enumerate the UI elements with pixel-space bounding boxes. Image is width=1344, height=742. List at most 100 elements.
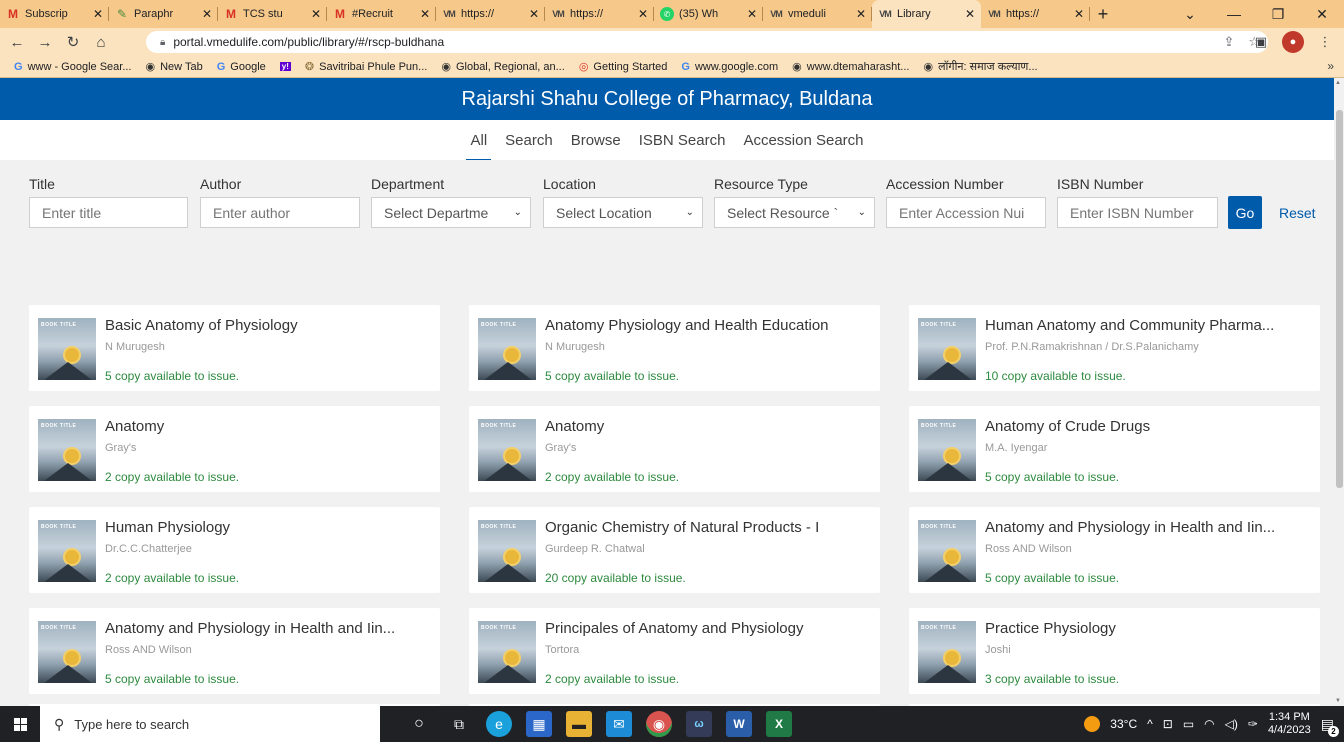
book-card[interactable]: BOOK TITLE Anatomy Gray's 2 copy availab… [469, 406, 880, 492]
file-explorer-icon[interactable]: ▬ [566, 711, 592, 737]
speaker-icon[interactable]: ◁) [1225, 717, 1238, 731]
back-arrow-icon[interactable]: ← [6, 31, 28, 53]
close-tab-icon[interactable]: ✕ [93, 7, 103, 21]
profile-avatar-icon[interactable]: ● [1282, 31, 1304, 53]
bookmark-item[interactable]: G Google [211, 61, 272, 73]
book-title[interactable]: Anatomy and Physiology in Health and Iin… [985, 519, 1313, 536]
book-card[interactable]: BOOK TITLE Principales of Anatomy and Ph… [469, 608, 880, 694]
browser-tab[interactable]: ✆ (35) Wh ✕ [654, 0, 763, 28]
bookmark-item[interactable]: ◉ www.dtemaharasht... [786, 60, 915, 74]
browser-tab[interactable]: M TCS stu ✕ [218, 0, 327, 28]
chrome-taskbar-icon[interactable]: ◉ [646, 711, 672, 737]
book-card[interactable]: BOOK TITLE Organic Chemistry of Natural … [469, 507, 880, 593]
location-select[interactable]: Select Location ⌄ [543, 197, 703, 228]
mail-icon[interactable]: ✉ [606, 711, 632, 737]
bookmark-item[interactable]: ◉ लॉगीन: समाज कल्याण... [917, 59, 1043, 74]
pen-icon[interactable]: ✑ [1248, 717, 1258, 731]
tab-accession-search[interactable]: Accession Search [741, 132, 865, 149]
excel-icon[interactable]: X [766, 711, 792, 737]
scroll-up-icon[interactable]: ▲ [1335, 80, 1341, 86]
forward-arrow-icon[interactable]: → [34, 31, 56, 53]
url-bar[interactable]: 🔒︎ portal.vmedulife.com/public/library/#… [146, 31, 1268, 53]
resource-type-select[interactable]: Select Resource ` ⌄ [714, 197, 875, 228]
bookmark-item[interactable]: ◎ Getting Started [573, 60, 674, 74]
book-card[interactable]: BOOK TITLE Practice Physiology Joshi 3 c… [909, 608, 1320, 694]
browser-tab[interactable]: VM https://✕ [436, 0, 545, 28]
wifi-icon[interactable]: ◠ [1204, 717, 1214, 731]
book-title[interactable]: Practice Physiology [985, 620, 1313, 637]
bookmark-item[interactable]: ◉ Global, Regional, an... [435, 60, 570, 74]
lock-icon[interactable]: 🔒︎ [160, 37, 165, 48]
word-icon[interactable]: W [726, 711, 752, 737]
reset-link[interactable]: Reset [1279, 205, 1316, 221]
book-card[interactable]: BOOK TITLE Anatomy of Crude Drugs M.A. I… [909, 406, 1320, 492]
bookmark-item[interactable]: Gwww - Google Sear... [8, 61, 138, 73]
book-title[interactable]: Anatomy Physiology and Health Education [545, 317, 873, 334]
tab-search[interactable]: Search [503, 132, 555, 149]
page-scrollbar[interactable]: ▲ ▼ [1334, 78, 1344, 706]
tab-browse[interactable]: Browse [569, 132, 623, 149]
bookmark-item[interactable]: y! [274, 62, 297, 71]
browser-tab[interactable]: VM https://✕ [981, 0, 1090, 28]
browser-tab-active[interactable]: VM Library ✕ [872, 0, 981, 28]
app-ww-icon[interactable]: ω [686, 711, 712, 737]
close-tab-icon[interactable]: ✕ [202, 7, 212, 21]
book-card[interactable]: BOOK TITLE Anatomy Gray's 2 copy availab… [29, 406, 440, 492]
cortana-icon[interactable]: ○ [406, 711, 432, 737]
close-tab-icon[interactable]: ✕ [1074, 7, 1084, 21]
close-tab-icon[interactable]: ✕ [747, 7, 757, 21]
start-button[interactable] [0, 706, 40, 742]
close-tab-icon[interactable]: ✕ [965, 7, 975, 21]
close-tab-icon[interactable]: ✕ [529, 7, 539, 21]
battery-icon[interactable]: ▭ [1183, 717, 1194, 731]
browser-tab[interactable]: M #Recruit ✕ [327, 0, 436, 28]
meet-now-icon[interactable]: ⊡ [1163, 717, 1173, 731]
tab-search-icon[interactable]: ⌄ [1168, 0, 1212, 28]
title-input[interactable] [29, 197, 188, 228]
scrollbar-thumb[interactable] [1336, 110, 1343, 488]
book-title[interactable]: Anatomy [105, 418, 433, 435]
bookmark-item[interactable]: Gwww.google.com [675, 61, 784, 73]
book-card[interactable]: BOOK TITLE Anatomy Physiology and Health… [469, 305, 880, 391]
task-view-icon[interactable]: ⧉ [446, 711, 472, 737]
side-panel-icon[interactable]: ▣ [1250, 31, 1272, 53]
book-card[interactable]: BOOK TITLE Basic Anatomy of Physiology N… [29, 305, 440, 391]
share-icon[interactable]: ⇪ [1223, 34, 1234, 50]
book-card[interactable]: BOOK TITLE Anatomy and Physiology in Hea… [29, 608, 440, 694]
chevron-up-icon[interactable]: ^ [1147, 717, 1153, 731]
book-title[interactable]: Basic Anatomy of Physiology [105, 317, 433, 334]
book-title[interactable]: Organic Chemistry of Natural Products - … [545, 519, 873, 536]
edge-icon[interactable]: e [486, 711, 512, 737]
book-title[interactable]: Anatomy of Crude Drugs [985, 418, 1313, 435]
new-tab-button[interactable]: + [1090, 0, 1116, 28]
weather-sun-icon[interactable] [1084, 716, 1101, 732]
close-tab-icon[interactable]: ✕ [420, 7, 430, 21]
weather-temperature[interactable]: 33°C [1110, 717, 1137, 731]
tab-isbn-search[interactable]: ISBN Search [637, 132, 728, 149]
tab-all[interactable]: All [466, 132, 491, 161]
go-button[interactable]: Go [1228, 196, 1262, 229]
book-title[interactable]: Principales of Anatomy and Physiology [545, 620, 873, 637]
close-tab-icon[interactable]: ✕ [638, 7, 648, 21]
bookmark-item[interactable]: ◉ New Tab [140, 60, 209, 74]
book-title[interactable]: Anatomy [545, 418, 873, 435]
home-icon[interactable]: ⌂ [90, 31, 112, 53]
book-title[interactable]: Human Physiology [105, 519, 433, 536]
book-title[interactable]: Human Anatomy and Community Pharma... [985, 317, 1313, 334]
scroll-down-icon[interactable]: ▼ [1335, 698, 1341, 704]
book-card[interactable]: BOOK TITLE Anatomy and Physiology in Hea… [909, 507, 1320, 593]
close-tab-icon[interactable]: ✕ [856, 7, 866, 21]
book-card[interactable]: BOOK TITLE Human Physiology Dr.C.C.Chatt… [29, 507, 440, 593]
browser-tab[interactable]: VM https://✕ [545, 0, 654, 28]
notification-icon[interactable]: ▤ 2 [1321, 716, 1339, 737]
browser-tab[interactable]: VM vmeduli ✕ [763, 0, 872, 28]
book-title[interactable]: Anatomy and Physiology in Health and Iin… [105, 620, 433, 637]
minimize-icon[interactable]: — [1212, 0, 1256, 28]
store-icon[interactable]: ▦ [526, 711, 552, 737]
taskbar-search-box[interactable]: ⚲ Type here to search [40, 706, 380, 742]
restore-icon[interactable]: ❐ [1256, 0, 1300, 28]
browser-tab[interactable]: M Subscrip ✕ [0, 0, 109, 28]
book-card[interactable]: BOOK TITLE Human Anatomy and Community P… [909, 305, 1320, 391]
accession-number-input[interactable] [886, 197, 1046, 228]
isbn-number-input[interactable] [1057, 197, 1218, 228]
